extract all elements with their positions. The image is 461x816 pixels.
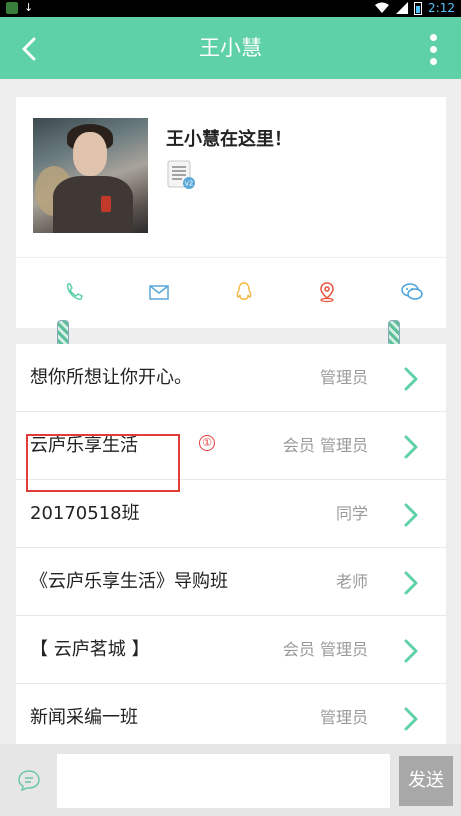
chevron-right-icon — [404, 367, 418, 391]
group-name: 《云庐乐享生活》导购班 — [30, 571, 228, 592]
profile-name: 王小慧在这里！ — [166, 129, 292, 150]
chevron-right-icon — [404, 639, 418, 663]
list-item[interactable]: 想你所想让你开心。 管理员 — [16, 344, 446, 412]
status-time: 2:12 — [428, 1, 455, 15]
wifi-icon — [375, 2, 390, 13]
back-arrow-icon[interactable] — [12, 31, 48, 67]
chevron-right-icon — [404, 571, 418, 595]
status-bar: ↓ 2:12 — [0, 0, 461, 17]
chevron-right-icon — [404, 503, 418, 527]
list-item[interactable]: 【 云庐茗城 】 会员 管理员 — [16, 616, 446, 684]
group-name: 想你所想让你开心。 — [30, 367, 192, 388]
document-icon[interactable]: v2 — [166, 160, 196, 190]
group-roles: 同学 — [335, 504, 368, 523]
top-bar: 王小慧 — [0, 17, 461, 79]
page-title: 王小慧 — [199, 36, 262, 60]
chat-bubble-icon[interactable] — [16, 768, 42, 794]
group-roles: 会员 管理员 — [282, 640, 368, 659]
group-roles: 管理员 — [319, 708, 368, 727]
qq-icon[interactable] — [232, 280, 256, 304]
chevron-right-icon — [404, 707, 418, 731]
annotation-highlight-box — [26, 434, 180, 492]
group-name: 新闻采编一班 — [30, 707, 138, 728]
more-options-icon[interactable] — [421, 31, 445, 67]
battery-icon — [414, 1, 423, 15]
chevron-right-icon — [404, 435, 418, 459]
signal-icon — [396, 2, 409, 14]
contact-actions — [16, 257, 446, 327]
location-icon[interactable] — [315, 280, 339, 304]
app-notification-icon — [6, 2, 18, 14]
send-button[interactable]: 发送 — [399, 756, 453, 806]
group-name: 【 云庐茗城 】 — [30, 639, 150, 660]
list-item[interactable]: 《云庐乐享生活》导购班 老师 — [16, 548, 446, 616]
wechat-icon[interactable] — [400, 280, 424, 304]
avatar[interactable] — [33, 118, 148, 233]
group-roles: 老师 — [335, 572, 368, 591]
group-roles: 管理员 — [319, 368, 368, 387]
download-icon: ↓ — [24, 1, 34, 14]
mail-icon[interactable] — [147, 280, 171, 304]
list-item[interactable]: 新闻采编一班 管理员 — [16, 684, 446, 744]
document-badge: v2 — [185, 180, 194, 188]
group-list: 想你所想让你开心。 管理员 云庐乐享生活 会员 管理员 20170518班 同学… — [16, 344, 446, 744]
profile-card: 王小慧在这里！ v2 — [16, 97, 446, 328]
group-roles: 会员 管理员 — [282, 436, 368, 455]
phone-icon[interactable] — [62, 280, 86, 304]
annotation-marker: ① — [199, 435, 215, 451]
message-input-bar: 发送 — [0, 744, 461, 816]
message-input[interactable] — [57, 754, 390, 808]
